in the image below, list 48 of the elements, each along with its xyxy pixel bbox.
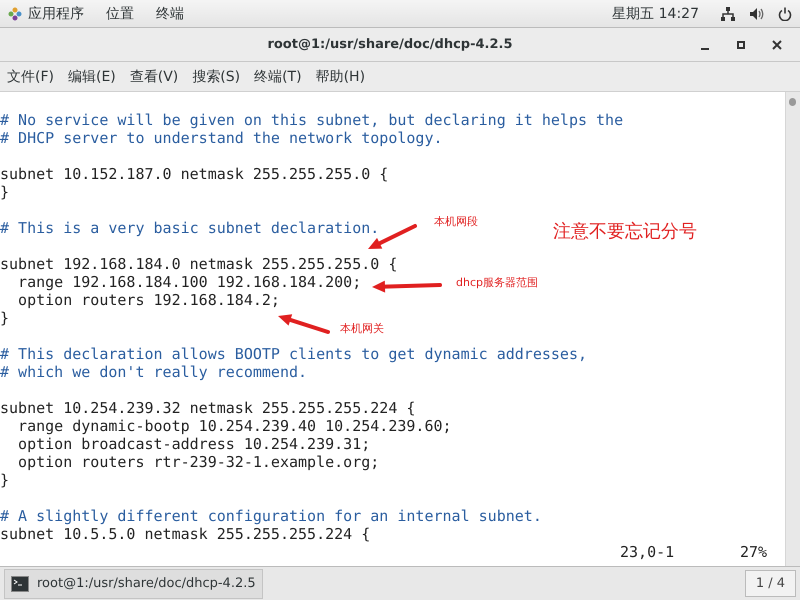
power-icon[interactable] <box>778 6 792 20</box>
code-line: subnet 10.254.239.32 netmask 255.255.255.224 { <box>0 399 416 417</box>
annotation-text: 注意不要忘记分号 <box>553 220 697 243</box>
menu-item[interactable]: 帮助(H) <box>316 66 366 88</box>
top-menu[interactable]: 位置 <box>106 4 134 22</box>
code-comment: # No service will be given on this subnet, but declaring it helps the <box>0 111 624 129</box>
volume-icon[interactable] <box>749 6 764 20</box>
terminal-icon <box>11 576 29 592</box>
code-line: } <box>0 183 10 201</box>
code-line: option routers 192.168.184.2; <box>17 291 280 309</box>
scrollbar[interactable] <box>785 92 800 566</box>
clock[interactable]: 星期五 14:27 <box>612 4 699 22</box>
code-line: subnet 10.5.5.0 netmask 255.255.255.224 { <box>0 525 370 543</box>
code-line: range 192.168.184.100 192.168.184.200; <box>17 273 362 291</box>
annotation-text: dhcp服务器范围 <box>456 275 538 290</box>
menu-item[interactable]: 编辑(E) <box>68 66 116 88</box>
code-comment: # DHCP server to understand the network topology. <box>0 129 443 147</box>
code-line: range dynamic-bootp 10.254.239.40 10.254.239.60; <box>17 417 452 435</box>
top-menu[interactable]: 应用程序 <box>28 4 84 22</box>
code-line: subnet 10.152.187.0 netmask 255.255.255.0 { <box>0 165 388 183</box>
code-line: option routers rtr-239-32-1.example.org; <box>17 453 380 471</box>
network-icon[interactable] <box>721 6 735 20</box>
code-comment: # This is a very basic subnet declaration. <box>0 219 380 237</box>
menu-item[interactable]: 查看(V) <box>130 66 178 88</box>
taskbar-button[interactable]: root@1:/usr/share/doc/dhcp-4.2.5 <box>4 568 263 598</box>
code-line: } <box>0 309 10 327</box>
menu-item[interactable]: 搜索(S) <box>192 66 240 88</box>
code-line: subnet 192.168.184.0 netmask 255.255.255.0 { <box>0 255 398 273</box>
cursor-position: 23,0-1 <box>620 543 676 561</box>
workspace-indicator[interactable]: 1 / 4 <box>744 570 796 597</box>
scroll-percent: 27% <box>740 543 768 561</box>
maximize-icon <box>736 40 746 50</box>
minimize-icon <box>701 48 709 50</box>
menu-item[interactable]: 终端(T) <box>254 66 302 88</box>
window-title: root@1:/usr/share/doc/dhcp-4.2.5 <box>266 37 514 52</box>
code-line: option broadcast-address 10.254.239.31; <box>17 435 370 453</box>
code-comment: # which we don't really recommend. <box>0 363 308 381</box>
close-icon <box>772 40 782 50</box>
arrow <box>278 314 330 334</box>
annotation-text: 本机网关 <box>340 321 384 336</box>
code-comment: # A slightly different configuration for an internal subnet. <box>0 507 542 525</box>
code-line: } <box>0 471 10 489</box>
arrow <box>372 280 442 293</box>
top-menu[interactable]: 终端 <box>156 4 184 22</box>
annotation-text: 本机网段 <box>434 214 478 229</box>
code-comment: # This declaration allows BOOTP clients to get dynamic addresses, <box>0 345 587 363</box>
menu-item[interactable]: 文件(F) <box>7 66 54 88</box>
logo-icon[interactable] <box>8 6 22 20</box>
